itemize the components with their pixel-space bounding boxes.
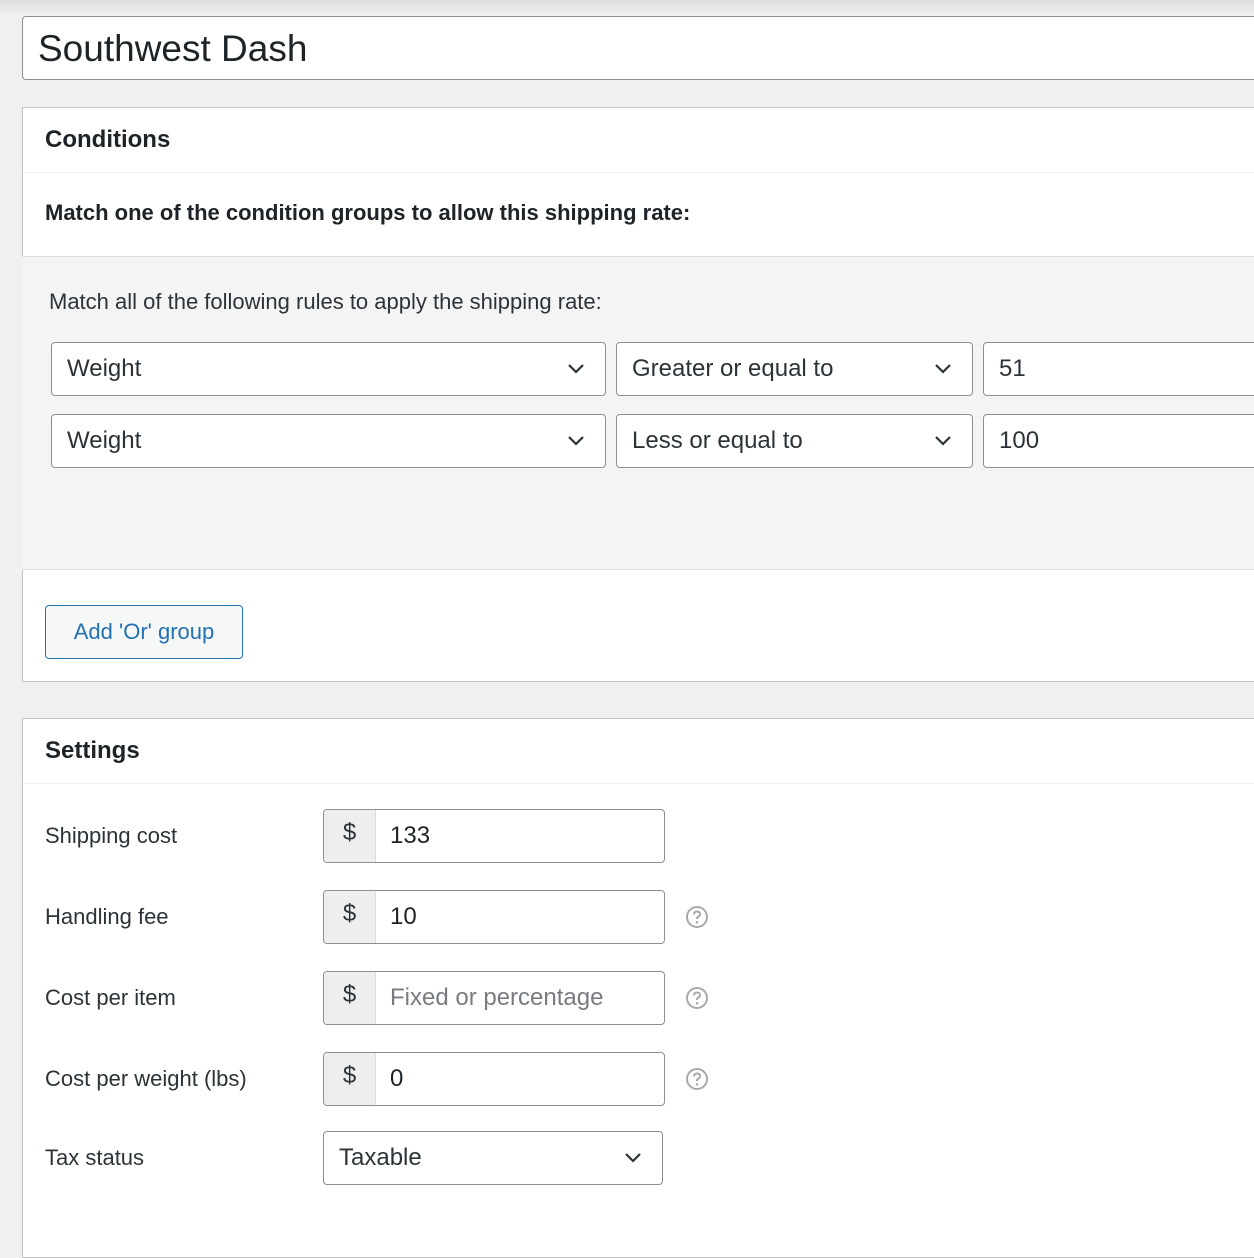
rule-2-condition-select[interactable]: Weight xyxy=(51,414,606,468)
shipping-cost-value: 133 xyxy=(390,822,431,849)
shipping-cost-label: Shipping cost xyxy=(45,823,178,848)
top-edge-shadow xyxy=(0,0,1254,14)
settings-panel: Settings Shipping cost $ 133 Handling fe… xyxy=(22,718,1254,1258)
currency-prefix: $ xyxy=(324,972,376,1024)
question-circle-icon[interactable] xyxy=(685,905,709,929)
rule-2-operator-value: Less or equal to xyxy=(632,427,803,454)
cost-per-weight-field[interactable]: $ 0 xyxy=(323,1052,665,1106)
handling-fee-field[interactable]: $ 10 xyxy=(323,890,665,944)
rule-1-condition-value: Weight xyxy=(67,355,142,382)
tax-status-value: Taxable xyxy=(339,1144,422,1171)
rule-1-value-input[interactable]: 51 xyxy=(983,342,1254,396)
conditions-heading: Conditions xyxy=(23,108,1254,173)
chevron-down-icon xyxy=(625,1153,641,1163)
currency-prefix: $ xyxy=(324,810,376,862)
rule-1-operator-select[interactable]: Greater or equal to xyxy=(616,342,973,396)
tax-status-select[interactable]: Taxable xyxy=(323,1131,663,1185)
cost-per-item-placeholder: Fixed or percentage xyxy=(390,984,604,1011)
currency-prefix: $ xyxy=(324,1053,376,1105)
rule-2-value-input[interactable]: 100 xyxy=(983,414,1254,468)
rate-title-input[interactable]: Southwest Dash xyxy=(22,16,1254,80)
chevron-down-icon xyxy=(568,364,584,374)
condition-group: Match all of the following rules to appl… xyxy=(22,256,1254,570)
match-one-instruction: Match one of the condition groups to all… xyxy=(45,200,691,225)
handling-fee-label: Handling fee xyxy=(45,904,169,929)
chevron-down-icon xyxy=(935,436,951,446)
cost-per-item-label: Cost per item xyxy=(45,985,176,1010)
rule-1-value: 51 xyxy=(999,355,1026,382)
add-or-group-button[interactable]: Add 'Or' group xyxy=(45,605,243,659)
conditions-panel: Conditions Match one of the condition gr… xyxy=(22,107,1254,682)
rule-2-operator-select[interactable]: Less or equal to xyxy=(616,414,973,468)
rule-2-condition-value: Weight xyxy=(67,427,142,454)
question-circle-icon[interactable] xyxy=(685,1067,709,1091)
cost-per-weight-value: 0 xyxy=(390,1065,404,1092)
settings-heading: Settings xyxy=(23,719,1254,784)
cost-per-weight-label: Cost per weight (lbs) xyxy=(45,1066,247,1091)
chevron-down-icon xyxy=(568,436,584,446)
rule-1-condition-select[interactable]: Weight xyxy=(51,342,606,396)
chevron-down-icon xyxy=(935,364,951,374)
shipping-cost-field[interactable]: $ 133 xyxy=(323,809,665,863)
handling-fee-value: 10 xyxy=(390,903,417,930)
currency-prefix: $ xyxy=(324,891,376,943)
rule-1-operator-value: Greater or equal to xyxy=(632,355,834,382)
tax-status-label: Tax status xyxy=(45,1145,145,1170)
cost-per-item-field[interactable]: $ Fixed or percentage xyxy=(323,971,665,1025)
match-all-instruction: Match all of the following rules to appl… xyxy=(49,289,602,314)
rule-2-value: 100 xyxy=(999,427,1040,454)
question-circle-icon[interactable] xyxy=(685,986,709,1010)
